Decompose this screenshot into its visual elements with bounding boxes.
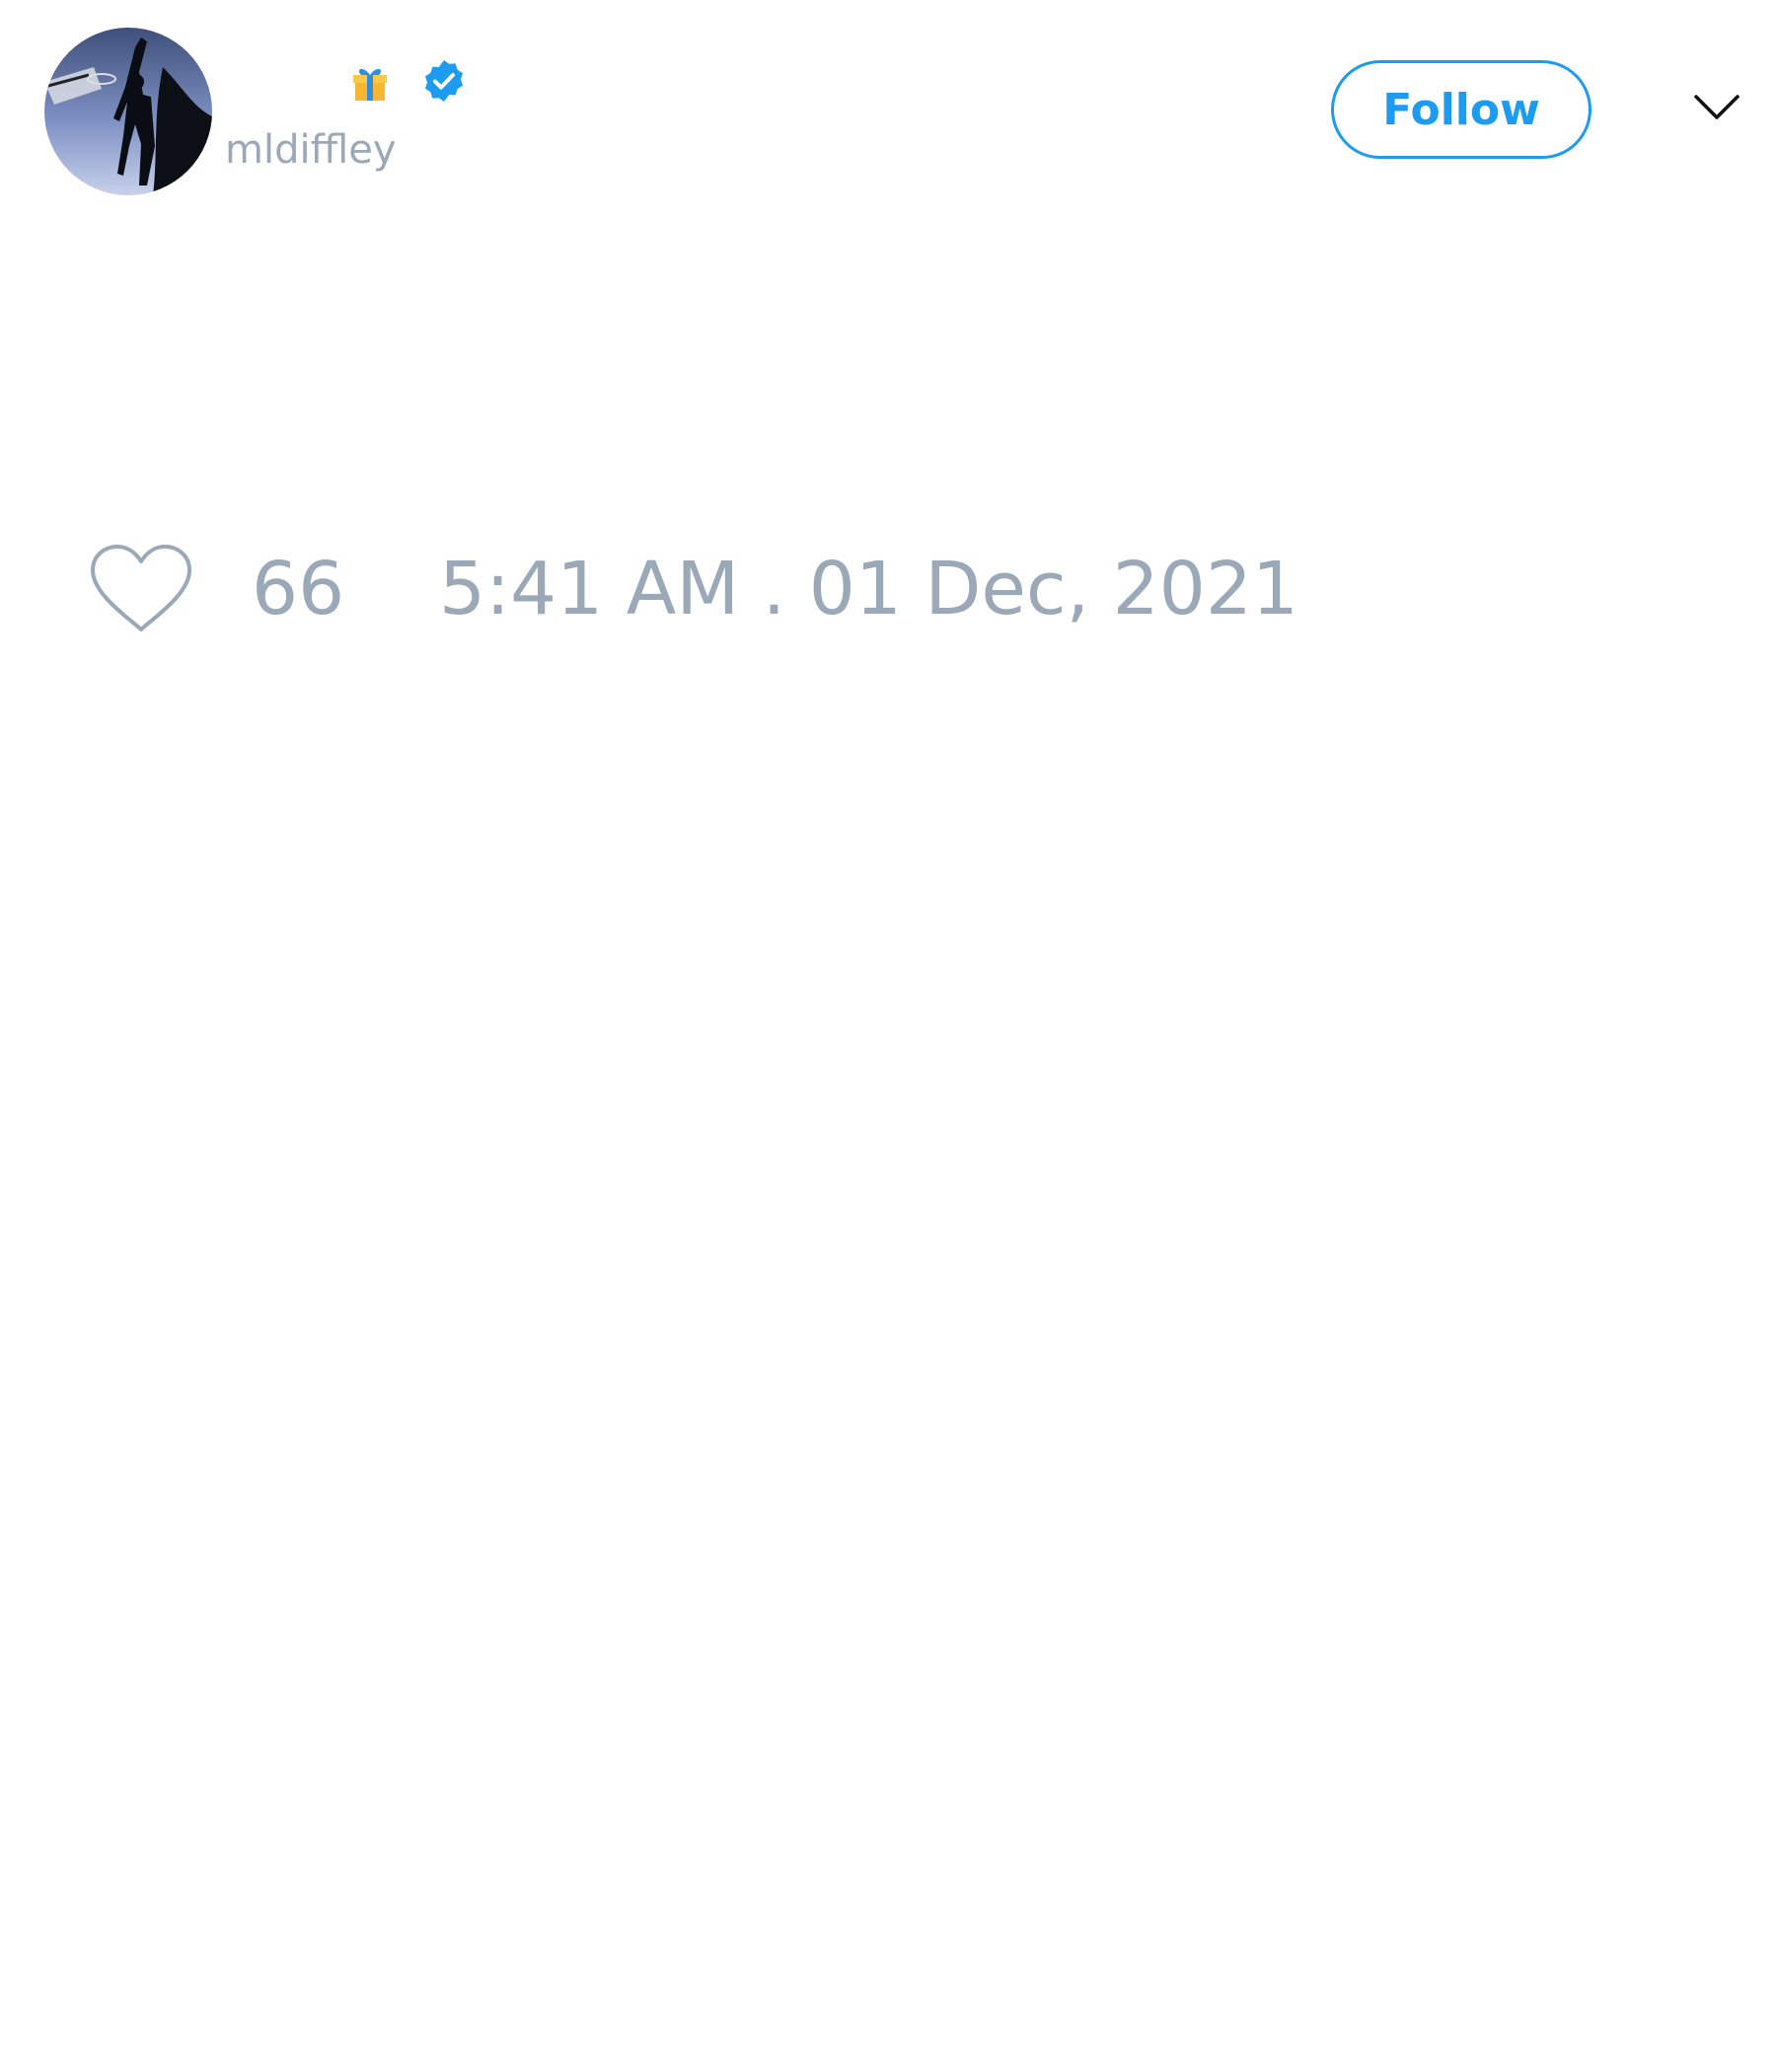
chevron-down-icon[interactable] [1693,93,1740,122]
heart-icon[interactable] [89,543,193,635]
follow-button[interactable]: Follow [1331,60,1591,159]
avatar[interactable] [44,28,212,195]
gift-icon [353,68,387,101]
avatar-image [44,28,212,195]
like-count: 66 [252,547,345,631]
verified-badge-icon [425,60,463,102]
tweet-timestamp[interactable]: 5:41 AM . 01 Dec, 2021 [439,549,1298,629]
author-handle[interactable]: mldiffley [225,126,397,174]
